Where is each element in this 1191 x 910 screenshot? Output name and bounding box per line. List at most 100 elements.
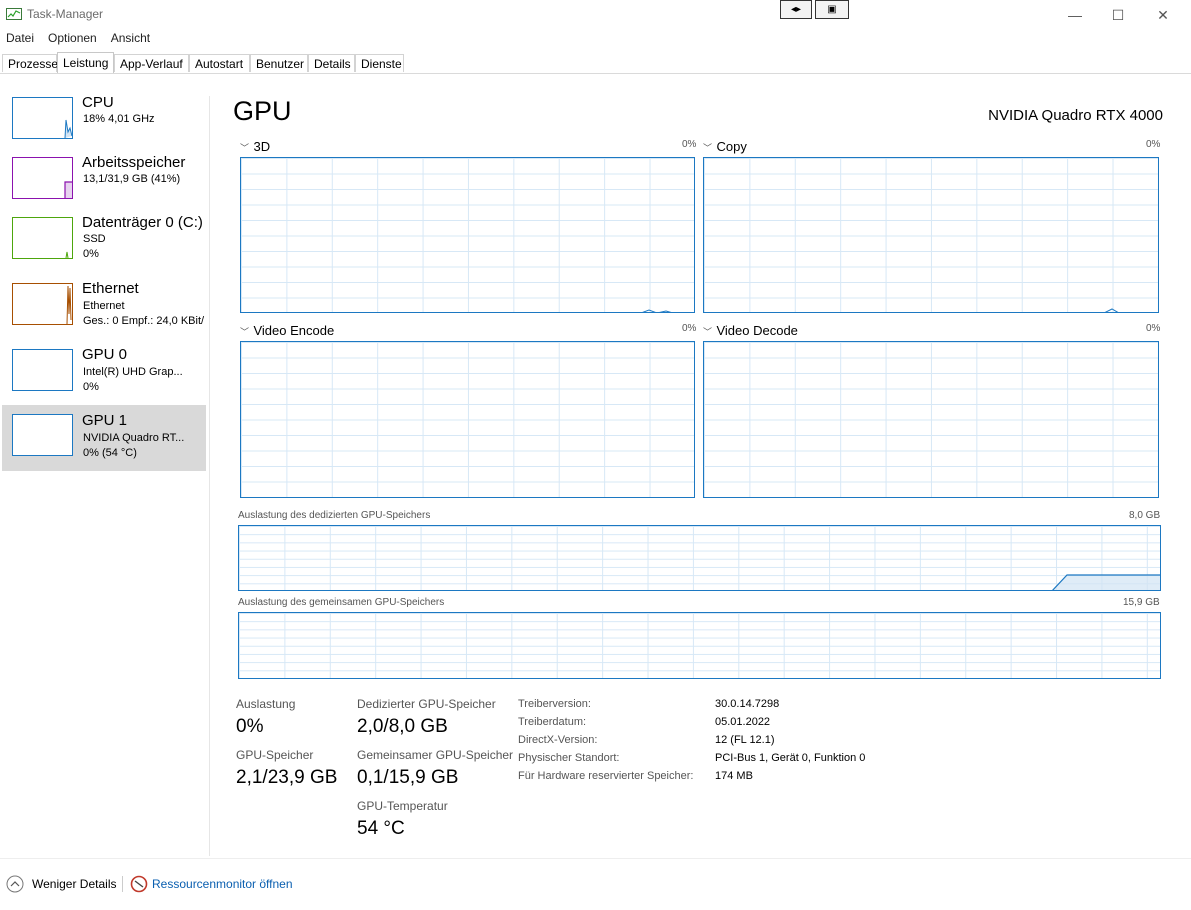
sidebar-item-sub: 13,1/31,9 GB (41%): [83, 173, 181, 185]
footer-separator: [122, 876, 123, 892]
engine-video-encode-graph: [240, 341, 695, 498]
tab-details[interactable]: Details: [308, 54, 355, 72]
info-value-driver-date: 05.01.2022: [715, 716, 771, 728]
sidebar-item-title: Ethernet: [82, 280, 139, 297]
engine-copy-graph: [703, 157, 1159, 313]
utilization-label: Auslastung: [236, 697, 296, 711]
sidebar-item-title: CPU: [82, 94, 114, 111]
snap-window-button[interactable]: ▣: [815, 0, 849, 19]
engine-percent: 0%: [682, 139, 697, 150]
engine-3d-selector[interactable]: ﹀ 3D: [240, 138, 270, 156]
snap-left-button[interactable]: ◂▸: [780, 0, 812, 19]
window-title: Task-Manager: [27, 7, 104, 21]
maximize-button[interactable]: ☐: [1108, 5, 1128, 25]
tab-prozesse[interactable]: Prozesse: [2, 54, 58, 72]
engine-video-decode-graph: [703, 341, 1159, 498]
tab-app-verlauf[interactable]: App-Verlauf: [114, 54, 189, 72]
menu-optionen[interactable]: Optionen: [48, 31, 97, 49]
resource-monitor-link[interactable]: Ressourcenmonitor öffnen: [130, 875, 293, 893]
gpu-memory-value: 2,1/23,9 GB: [236, 767, 338, 788]
sidebar-item-sub2: 0%: [83, 381, 99, 393]
info-value-driver-version: 30.0.14.7298: [715, 698, 780, 710]
engine-percent: 0%: [682, 323, 697, 334]
sidebar-item-gpu0[interactable]: GPU 0 Intel(R) UHD Grap... 0%: [2, 346, 206, 410]
shared-memory-label: Auslastung des gemeinsamen GPU-Speichers: [238, 597, 445, 608]
minimize-button[interactable]: —: [1065, 5, 1085, 25]
menu-datei[interactable]: Datei: [6, 31, 34, 49]
sidebar-item-ethernet[interactable]: Ethernet Ethernet Ges.: 0 Empf.: 24,0 KB…: [2, 280, 206, 344]
engine-3d-graph: [240, 157, 695, 313]
engine-percent: 0%: [1146, 323, 1161, 334]
info-label-driver-date: Treiberdatum:: [518, 716, 587, 728]
dedicated-memory-stat-value: 2,0/8,0 GB: [357, 716, 448, 737]
maximize-icon: ☐: [1111, 6, 1125, 23]
chevron-down-icon: ﹀: [240, 327, 250, 337]
minimize-icon: —: [1068, 7, 1082, 23]
chevron-down-icon: ﹀: [703, 327, 713, 337]
fewer-details-label: Weniger Details: [32, 877, 117, 891]
engine-percent: 0%: [1146, 139, 1161, 150]
sidebar-item-sub: 18% 4,01 GHz: [83, 113, 155, 125]
info-label-reserved: Für Hardware reservierter Speicher:: [518, 770, 694, 782]
sidebar-item-sub2: 0% (54 °C): [83, 447, 137, 459]
tab-benutzer[interactable]: Benutzer: [250, 54, 308, 72]
sidebar-item-disk[interactable]: Datenträger 0 (C:) SSD 0%: [2, 214, 206, 278]
info-label-directx: DirectX-Version:: [518, 734, 598, 746]
info-value-reserved: 174 MB: [715, 770, 753, 782]
arrows-icon: ◂▸: [790, 4, 802, 15]
dedicated-memory-stat-label: Dedizierter GPU-Speicher: [357, 697, 496, 711]
engine-label: 3D: [253, 139, 271, 154]
gpu0-thumbnail-graph: [12, 349, 73, 391]
sidebar-item-title: Arbeitsspeicher: [82, 154, 186, 171]
fewer-details-button[interactable]: Weniger Details: [6, 875, 116, 893]
shared-memory-max: 15,9 GB: [1123, 597, 1160, 608]
engine-video-decode-selector[interactable]: ﹀ Video Decode: [703, 322, 798, 340]
engine-video-encode-selector[interactable]: ﹀ Video Encode: [240, 322, 334, 340]
chevron-down-icon: ﹀: [240, 143, 250, 153]
sidebar-item-sub2: 0%: [83, 248, 99, 260]
tab-autostart[interactable]: Autostart: [189, 54, 250, 72]
sidebar-item-sub: Ethernet: [83, 300, 125, 312]
info-value-location: PCI-Bus 1, Gerät 0, Funktion 0: [715, 752, 866, 764]
engine-copy-selector[interactable]: ﹀ Copy: [703, 138, 747, 156]
graph-grid: [241, 342, 694, 497]
close-icon: ✕: [1157, 6, 1169, 23]
gpu-temperature-label: GPU-Temperatur: [357, 799, 448, 813]
sidebar-item-title: GPU 0: [82, 346, 128, 363]
shared-memory-graph: [238, 612, 1161, 679]
sidebar-item-sub: NVIDIA Quadro RT...: [83, 432, 185, 444]
dedicated-memory-graph: [238, 525, 1161, 591]
cpu-thumbnail-graph: [12, 97, 73, 139]
window-icon: ▣: [827, 4, 837, 15]
graph-grid: [704, 342, 1158, 497]
gpu-temperature-value: 54 °C: [357, 818, 405, 839]
dedicated-memory-label: Auslastung des dedizierten GPU-Speichers: [238, 510, 431, 521]
task-manager-icon: [6, 8, 22, 20]
sidebar-item-sub2: Ges.: 0 Empf.: 24,0 KBit/: [83, 315, 205, 327]
graph-grid: [239, 613, 1160, 678]
page-title: GPU: [233, 96, 292, 126]
chevron-down-icon: ﹀: [703, 143, 713, 153]
close-button[interactable]: ✕: [1153, 5, 1173, 25]
gpu-model-name: NVIDIA Quadro RTX 4000: [988, 107, 1163, 124]
sidebar-item-sub: Intel(R) UHD Grap...: [83, 366, 183, 378]
dedicated-memory-max: 8,0 GB: [1129, 510, 1161, 521]
engine-label: Copy: [716, 139, 747, 154]
info-label-location: Physischer Standort:: [518, 752, 620, 764]
sidebar-divider: [209, 96, 210, 856]
tab-dienste[interactable]: Dienste: [355, 54, 404, 72]
footer-divider: [0, 858, 1191, 859]
title-bar: [0, 0, 1191, 30]
info-value-directx: 12 (FL 12.1): [715, 734, 775, 746]
gpu1-thumbnail-graph: [12, 414, 73, 456]
sidebar-item-memory[interactable]: Arbeitsspeicher 13,1/31,9 GB (41%): [2, 154, 206, 218]
engine-label: Video Encode: [253, 323, 335, 338]
sidebar-item-gpu1[interactable]: GPU 1 NVIDIA Quadro RT... 0% (54 °C): [2, 405, 206, 471]
sidebar-item-cpu[interactable]: CPU 18% 4,01 GHz: [2, 94, 206, 158]
memory-thumbnail-graph: [12, 157, 73, 199]
resource-monitor-icon: [130, 875, 148, 893]
menu-ansicht[interactable]: Ansicht: [111, 31, 150, 49]
chevron-up-circle-icon: [6, 875, 24, 893]
menu-bar: Datei Optionen Ansicht: [0, 31, 158, 49]
tab-leistung[interactable]: Leistung: [57, 52, 114, 73]
